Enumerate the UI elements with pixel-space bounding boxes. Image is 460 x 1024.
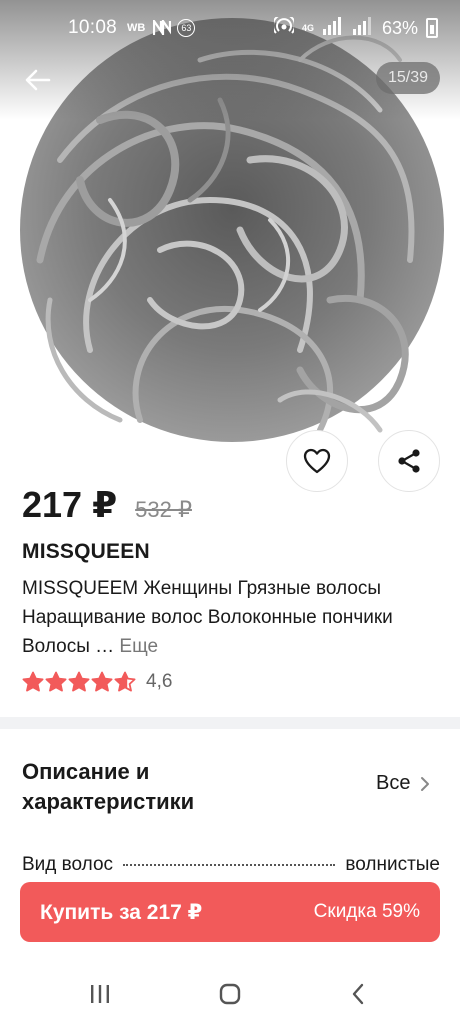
status-bar: 10:08 WB 63 4G 63% xyxy=(0,0,460,56)
buy-label: Купить за 217 ₽ xyxy=(40,900,203,924)
specs-all-label: Все xyxy=(376,772,411,794)
spec-name: Вид волос xyxy=(22,854,114,875)
current-price: 217 ₽ xyxy=(22,484,118,525)
nav-home-button[interactable] xyxy=(210,980,250,1008)
heart-icon xyxy=(303,448,331,474)
nav-recent-button[interactable] xyxy=(80,980,120,1008)
nav-back-button[interactable] xyxy=(338,980,378,1008)
specs-all-link[interactable]: Все xyxy=(376,772,430,795)
notification-icon xyxy=(153,20,172,36)
system-nav-bar xyxy=(0,962,460,1024)
hotspot-icon xyxy=(271,13,296,40)
battery-icon xyxy=(426,18,438,38)
spec-dots xyxy=(123,864,336,866)
more-link[interactable]: Еще xyxy=(119,636,158,657)
section-divider xyxy=(0,717,460,729)
spec-value: волнистые xyxy=(345,854,440,875)
star-full-icon xyxy=(91,671,113,692)
gallery-counter: 15/39 xyxy=(375,62,440,94)
status-time: 10:08 xyxy=(68,17,118,38)
price-row: 217 ₽ 532 ₽ xyxy=(22,484,192,526)
back-button[interactable] xyxy=(18,62,58,98)
specs-section-title[interactable]: Описание и характеристики xyxy=(22,757,282,817)
star-full-icon xyxy=(68,671,90,692)
buy-discount: Скидка 59% xyxy=(313,901,420,922)
signal-icon xyxy=(322,16,344,40)
notification-count-badge: 63 xyxy=(177,19,196,37)
product-title-text: MISSQUEEM Женщины Грязные волосы Наращив… xyxy=(22,578,393,657)
share-icon xyxy=(398,449,420,473)
recent-apps-icon xyxy=(91,985,109,1003)
star-full-icon xyxy=(22,671,44,692)
favorite-button[interactable] xyxy=(286,430,348,492)
battery-percent: 63% xyxy=(381,17,418,38)
home-icon xyxy=(219,983,241,1005)
share-button[interactable] xyxy=(378,430,440,492)
chevron-right-icon xyxy=(421,776,430,791)
carrier-badge: WB xyxy=(127,22,146,34)
star-half-icon xyxy=(114,671,136,692)
nav-back-icon xyxy=(352,983,364,1005)
rating-value: 4,6 xyxy=(146,671,173,692)
rating-row[interactable]: 4,6 xyxy=(22,671,172,693)
rating-stars xyxy=(22,671,136,693)
signal-icon-2 xyxy=(352,16,374,40)
brand-name[interactable]: MISSQUEEN xyxy=(22,540,150,564)
network-4g-icon: 4G xyxy=(301,23,314,33)
buy-button[interactable]: Купить за 217 ₽ Скидка 59% xyxy=(20,882,440,942)
star-full-icon xyxy=(45,671,67,692)
arrow-left-icon xyxy=(25,69,51,91)
product-title: MISSQUEEM Женщины Грязные волосы Наращив… xyxy=(22,574,422,661)
old-price: 532 ₽ xyxy=(135,497,192,522)
spec-row: Вид волос волнистые xyxy=(22,854,440,876)
